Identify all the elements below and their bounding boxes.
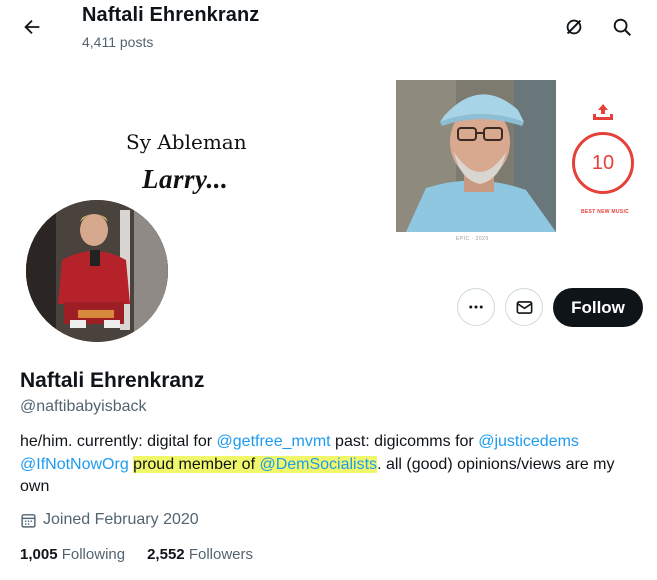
banner-text-line2: Larry... (142, 164, 229, 194)
message-button[interactable] (505, 288, 543, 326)
post-count: 4,411 posts (82, 34, 154, 50)
page-title: Naftali Ehrenkranz (82, 4, 260, 26)
banner-text-line1: Sy Ableman (126, 130, 247, 154)
bio-link-demsocialists[interactable]: @DemSocialists (259, 456, 377, 473)
following-label: Following (61, 546, 126, 563)
follow-button[interactable]: Follow (553, 288, 643, 327)
followers-count: 2,552 (147, 546, 185, 563)
top-bar: Naftali Ehrenkranz 4,411 posts (0, 0, 657, 58)
bio-text: past: digicomms for (330, 433, 479, 450)
joined-text: Joined February 2020 (43, 511, 199, 528)
photo-caption: EPIC · 2020 (456, 236, 489, 242)
bio-text: he/him. currently: digital for (20, 433, 217, 450)
bio-highlight: proud member of @DemSocialists (133, 455, 378, 473)
avatar[interactable] (22, 196, 172, 346)
joined-date: Joined February 2020 (20, 511, 199, 529)
arrow-left-icon (24, 19, 40, 35)
following-count: 1,005 (20, 546, 58, 563)
bio-link-getfree[interactable]: @getfree_mvmt (217, 433, 331, 450)
bio: he/him. currently: digital for @getfree_… (20, 431, 640, 499)
display-name: Naftali Ehrenkranz (20, 369, 205, 392)
score-value: 10 (572, 132, 634, 194)
search-icon (613, 18, 631, 36)
grok-button[interactable] (556, 9, 592, 45)
followers-link[interactable]: 2,552 Followers (147, 546, 253, 563)
score-badge: 10 BEST NEW MUSIC (572, 102, 634, 215)
more-icon (469, 305, 483, 309)
back-button[interactable] (14, 9, 50, 45)
following-link[interactable]: 1,005 Following (20, 546, 125, 563)
envelope-icon (516, 300, 532, 314)
banner-photo (396, 80, 556, 232)
bio-link-justicedems[interactable]: @justicedems (478, 433, 579, 450)
bio-highlight-text: proud member of (133, 455, 260, 473)
follow-stats: 1,005 Following 2,552 Followers (20, 546, 253, 563)
grok-icon (566, 19, 582, 35)
arrow-up-icon (593, 104, 613, 120)
handle: @naftibabyisback (20, 398, 147, 415)
search-button[interactable] (604, 9, 640, 45)
score-label: BEST NEW MUSIC (580, 209, 630, 215)
followers-label: Followers (188, 546, 253, 563)
bio-link-ifnotnow[interactable]: @IfNotNowOrg (20, 456, 129, 473)
more-options-button[interactable] (457, 288, 495, 326)
calendar-icon (21, 513, 36, 528)
